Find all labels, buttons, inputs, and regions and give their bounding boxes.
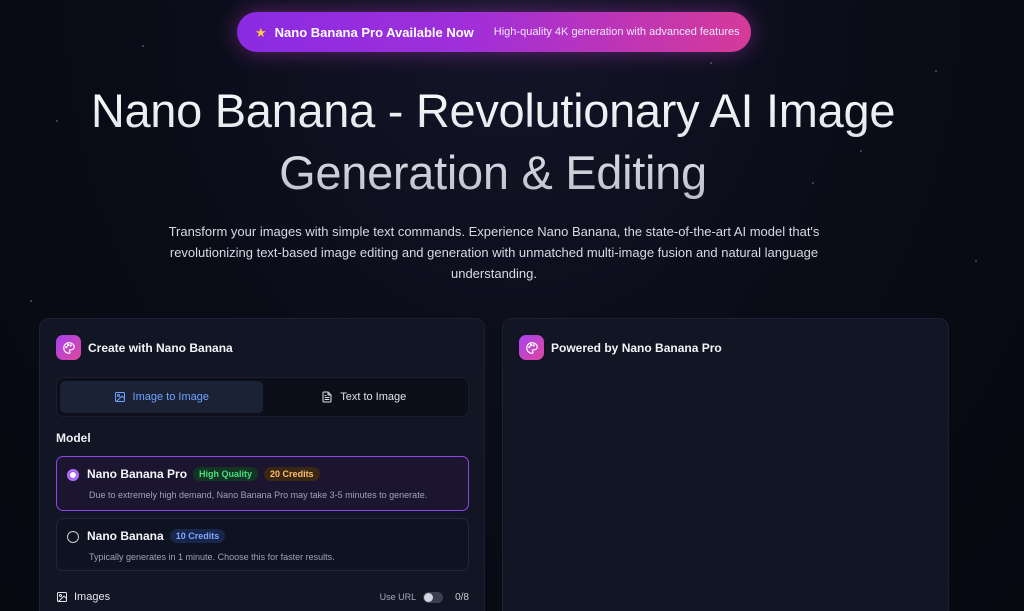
radio-selected[interactable]	[67, 469, 79, 481]
page: ★ Nano Banana Pro Available Now High-qua…	[0, 0, 1024, 611]
tab-text-to-image[interactable]: Text to Image	[263, 381, 466, 413]
use-url-toggle[interactable]	[423, 591, 444, 603]
create-card-title: Create with Nano Banana	[88, 340, 233, 355]
star-dot	[30, 300, 32, 302]
use-url-label: Use URL	[379, 592, 417, 602]
image-count: 0/8	[455, 591, 469, 603]
create-card-header: Create with Nano Banana	[56, 335, 233, 360]
model-label: Model	[56, 431, 91, 445]
model-option-row: Nano Banana Pro High Quality 20 Credits	[87, 467, 326, 481]
star-dot	[710, 62, 712, 64]
image-icon	[57, 592, 67, 602]
model-description: Due to extremely high demand, Nano Banan…	[89, 490, 428, 500]
credits-badge: 10 Credits	[169, 529, 226, 543]
images-row: Images Use URL 0/8	[56, 591, 469, 603]
tab-label: Image to Image	[132, 391, 209, 403]
model-option-nano-banana-pro[interactable]: Nano Banana Pro High Quality 20 Credits …	[56, 456, 469, 511]
palette-icon	[56, 335, 81, 360]
hero-subtitle: Transform your images with simple text c…	[168, 224, 820, 281]
announcement-secondary-text: High-quality 4K generation with advanced…	[493, 26, 740, 38]
mode-tabs: Image to Image Text to Image	[56, 377, 469, 417]
announcement-banner[interactable]: ★ Nano Banana Pro Available Now High-qua…	[237, 12, 751, 52]
star-dot	[935, 70, 937, 72]
create-card: Create with Nano Banana Image to Image T…	[39, 318, 485, 611]
preview-card: Powered by Nano Banana Pro	[502, 318, 949, 611]
preview-card-header: Powered by Nano Banana Pro	[519, 335, 722, 360]
star-dot	[142, 45, 144, 47]
image-icon	[114, 392, 125, 402]
star-dot	[975, 260, 977, 262]
preview-card-title: Powered by Nano Banana Pro	[551, 340, 722, 355]
hero-title: Nano Banana - Revolutionary AI Image Gen…	[40, 80, 946, 204]
radio-unselected[interactable]	[67, 531, 79, 543]
palette-icon	[519, 335, 544, 360]
tab-image-to-image[interactable]: Image to Image	[60, 381, 263, 413]
model-description: Typically generates in 1 minute. Choose …	[89, 552, 335, 562]
images-controls: Use URL 0/8	[379, 591, 469, 603]
credits-badge: 20 Credits	[264, 467, 320, 481]
model-name: Nano Banana	[87, 529, 164, 543]
document-icon	[322, 391, 332, 403]
model-option-nano-banana[interactable]: Nano Banana 10 Credits Typically generat…	[56, 518, 469, 571]
images-label: Images	[74, 591, 111, 603]
model-option-row: Nano Banana 10 Credits	[87, 529, 231, 543]
model-name: Nano Banana Pro	[87, 467, 188, 481]
tab-label: Text to Image	[340, 391, 407, 403]
announcement-primary-text: Nano Banana Pro Available Now	[274, 24, 474, 40]
quality-badge: High Quality	[193, 467, 259, 481]
star-icon: ★	[255, 24, 267, 40]
